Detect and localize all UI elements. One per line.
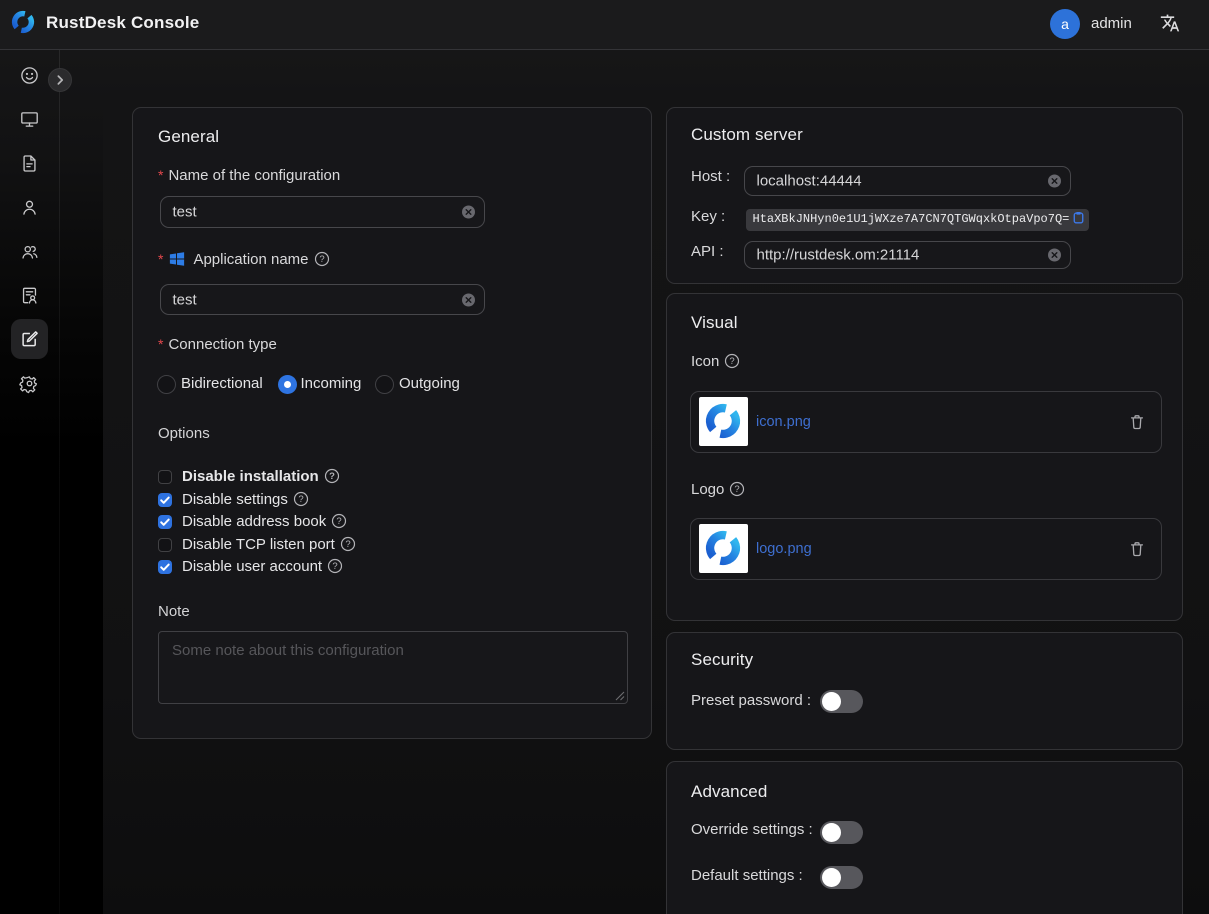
svg-text:?: ? (337, 516, 342, 527)
svg-text:?: ? (329, 471, 335, 482)
svg-text:?: ? (730, 356, 735, 367)
svg-text:?: ? (319, 254, 324, 265)
svg-text:?: ? (332, 562, 337, 573)
svg-text:?: ? (735, 484, 740, 495)
svg-text:?: ? (298, 494, 303, 505)
svg-text:?: ? (345, 539, 350, 550)
